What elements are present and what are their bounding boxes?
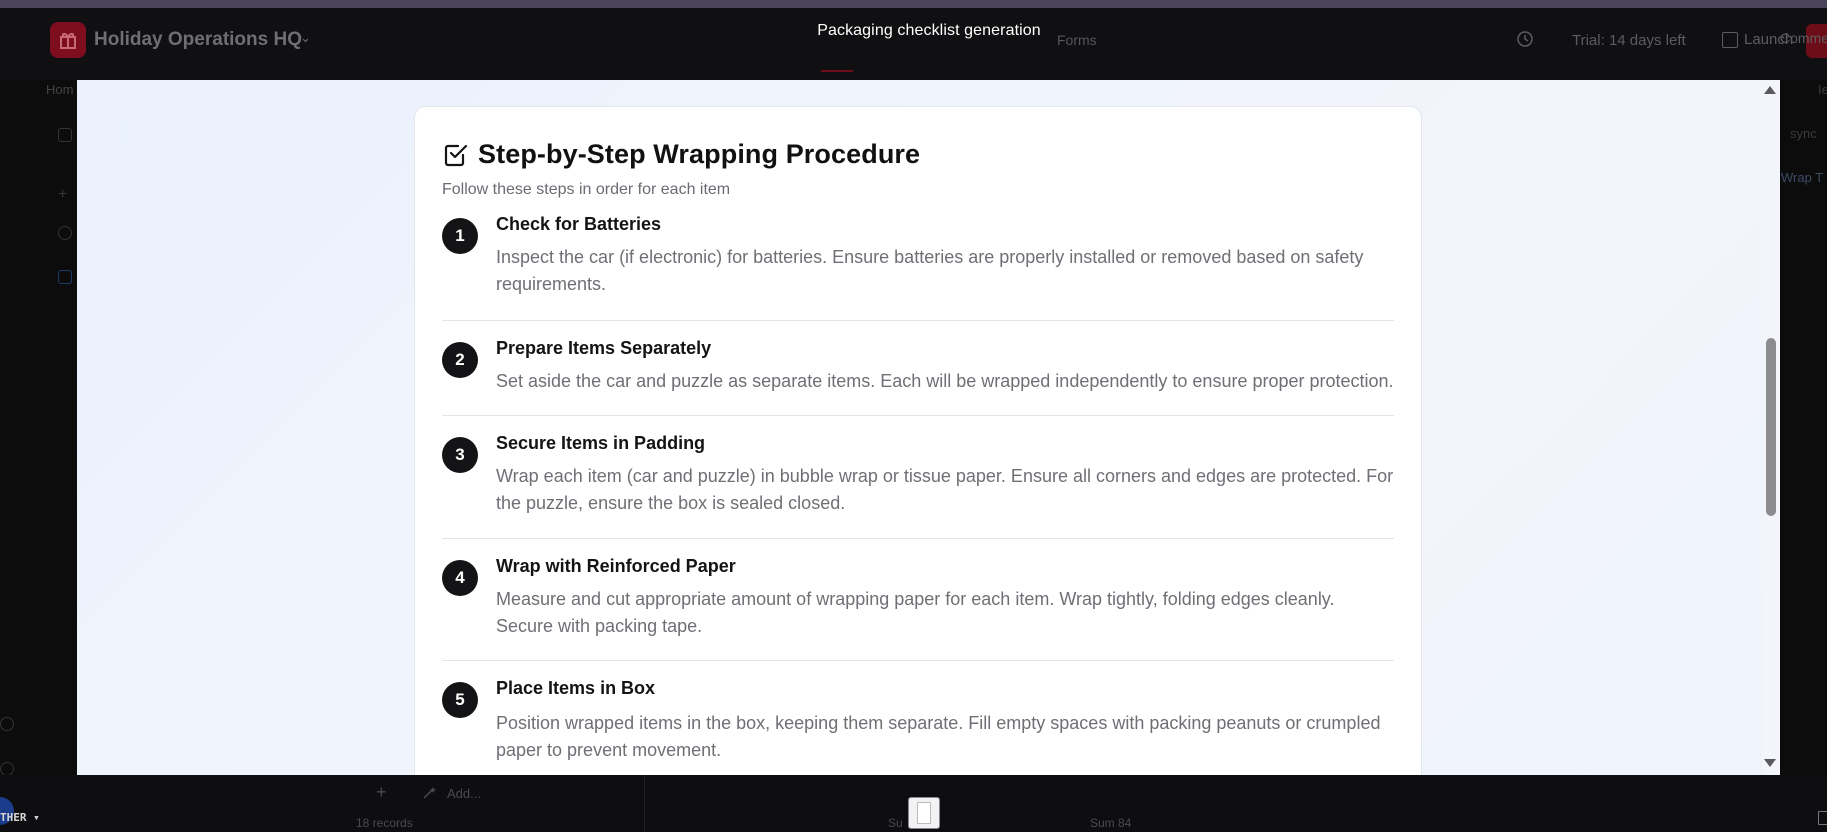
magic-wand-icon[interactable] [422,786,436,800]
scroll-up-arrow-icon[interactable] [1764,86,1776,94]
scroll-down-arrow-icon[interactable] [1764,759,1776,767]
app-header: Holiday Operations HQ ⌄ Forms Trial: 14 … [0,8,1827,80]
notification-icon[interactable] [0,762,14,776]
modal-title: Packaging checklist generation [817,22,1041,39]
step-number-badge: 2 [442,342,478,378]
step-title: Secure Items in Padding [496,433,706,453]
step-description: Measure and cut appropriate amount of wr… [496,589,1335,636]
sum-summary: Sum 84 [1090,816,1132,830]
checklist-modal: Step-by-Step Wrapping Procedure Follow t… [77,80,1780,775]
window-top-strip [0,0,1827,8]
step-title: Check for Batteries [496,214,662,234]
step-title: Prepare Items Separately [496,338,712,358]
active-tab-underline [821,70,853,72]
step-item: 2 Prepare Items Separately Set aside the… [442,321,1394,416]
card-title: Step-by-Step Wrapping Procedure [478,139,921,169]
step-number-badge: 3 [442,437,478,473]
step-title: Place Items in Box [496,678,656,698]
step-description: Inspect the car (if electronic) for batt… [496,247,1364,294]
grid-view-icon[interactable] [58,270,72,284]
procedure-card: Step-by-Step Wrapping Procedure Follow t… [414,106,1422,775]
add-button[interactable]: Add... [447,786,481,801]
tab-home-fragment[interactable]: Hom [46,82,73,97]
step-item: 1 Check for Batteries Inspect the car (i… [442,214,1394,321]
step-number-badge: 5 [442,682,478,718]
steps-list: 1 Check for Batteries Inspect the car (i… [442,214,1394,775]
attachment-thumbnail[interactable] [908,797,940,829]
sync-fragment: sync [1790,126,1817,141]
ie-fragment: Ie [1818,82,1827,97]
record-count: 18 records [356,816,413,830]
add-record-plus-icon[interactable]: + [376,782,387,803]
step-description: Wrap each item (car and puzzle) in bubbl… [496,466,1394,513]
bottom-divider [644,775,645,832]
menu-icon[interactable] [58,128,72,142]
step-description: Set aside the car and puzzle as separate… [496,371,1394,391]
card-header: Step-by-Step Wrapping Procedure [442,139,920,170]
step-item: 3 Secure Items in Padding Wrap each item… [442,416,1394,539]
help-icon[interactable] [0,717,14,731]
checkbox-check-icon [444,144,468,166]
step-number-badge: 1 [442,218,478,254]
card-subtitle: Follow these steps in order for each ite… [442,181,731,198]
step-item: 5 Place Items in Box Position wrapped it… [442,661,1394,775]
search-icon[interactable] [58,226,72,240]
wrap-fragment[interactable]: Wrap T [1781,170,1823,185]
plus-icon[interactable]: + [58,186,72,203]
weather-widget[interactable]: THER ▾ [0,811,40,824]
modal-scrollbar[interactable] [1762,80,1780,775]
step-title: Wrap with Reinforced Paper [496,556,736,576]
summary-fragment: Su [888,816,903,830]
step-description: Position wrapped items in the box, keepi… [496,713,1381,760]
scrollbar-thumb[interactable] [1766,338,1776,516]
step-item: 4 Wrap with Reinforced Paper Measure and… [442,539,1394,661]
step-number-badge: 4 [442,560,478,596]
trash-icon[interactable] [1818,811,1827,825]
